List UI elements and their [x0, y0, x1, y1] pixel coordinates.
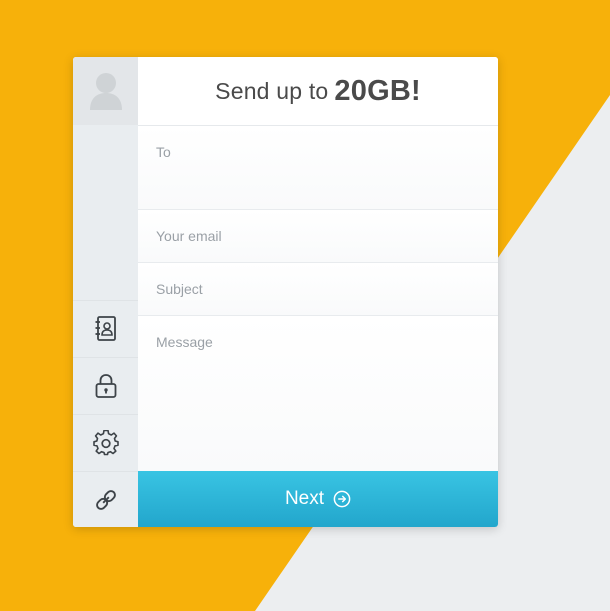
title-prefix: Send up to: [215, 77, 329, 104]
next-button[interactable]: Next: [138, 471, 498, 527]
link-button[interactable]: [73, 471, 138, 527]
sidebar: [73, 57, 138, 527]
next-button-label: Next: [284, 488, 325, 509]
subject-input[interactable]: [156, 281, 480, 297]
gear-icon: [92, 430, 119, 456]
page-title: Send up to 20GB!: [138, 57, 498, 126]
title-size-highlight: 20GB!: [334, 74, 421, 107]
to-field[interactable]: [138, 126, 498, 210]
to-input[interactable]: [156, 144, 480, 160]
avatar[interactable]: [73, 57, 138, 125]
email-field[interactable]: [138, 210, 498, 263]
lock-icon: [95, 374, 116, 398]
upload-card: Send up to 20GB! Next: [73, 57, 498, 527]
lock-button[interactable]: [73, 357, 138, 414]
address-book-icon: [95, 316, 116, 341]
settings-button[interactable]: [73, 414, 138, 471]
subject-field[interactable]: [138, 263, 498, 316]
message-textarea[interactable]: [156, 334, 480, 430]
message-field[interactable]: [138, 316, 498, 471]
upload-form: Send up to 20GB! Next: [138, 57, 498, 527]
circle-arrow-right-icon: [333, 490, 351, 508]
address-book-button[interactable]: [73, 300, 138, 357]
email-input[interactable]: [156, 228, 480, 244]
link-icon: [95, 490, 116, 510]
user-avatar-icon: [89, 73, 122, 110]
